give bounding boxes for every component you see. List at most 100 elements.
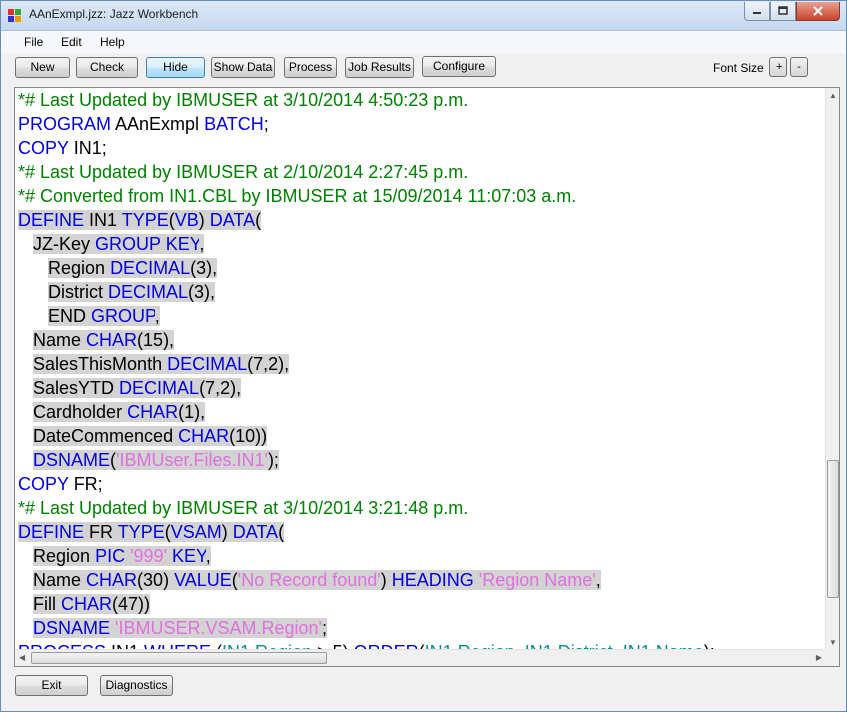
code-token: COPY — [18, 138, 69, 158]
horizontal-scrollbar[interactable]: ◀ ▶ — [15, 649, 826, 666]
show-data-button[interactable]: Show Data — [211, 57, 275, 78]
code-token: , — [595, 570, 601, 590]
code-line: *# Last Updated by IBMUSER at 2/10/2014 … — [18, 160, 468, 184]
code-line: Fill CHAR(47)) — [18, 592, 151, 616]
code-token: , — [154, 306, 160, 326]
close-button[interactable] — [796, 2, 840, 21]
configure-button[interactable]: Configure — [422, 56, 496, 77]
code-token: TYPE — [121, 210, 169, 230]
new-button[interactable]: New — [15, 57, 70, 78]
code-token: ); — [267, 450, 279, 470]
exit-button[interactable]: Exit — [15, 675, 88, 696]
code-token: SalesThisMonth — [33, 354, 168, 374]
code-token: (7,2), — [247, 354, 290, 374]
code-token: DEFINE — [18, 210, 85, 230]
code-text-area[interactable]: *# Last Updated by IBMUSER at 3/10/2014 … — [15, 88, 826, 650]
code-token — [473, 570, 479, 590]
code-token: CHAR — [127, 402, 179, 422]
font-decrease-button[interactable]: - — [790, 57, 808, 77]
menu-file[interactable]: File — [24, 35, 43, 49]
code-token: (10)) — [229, 426, 268, 446]
code-token: *# Converted from IN1.CBL by IBMUSER at … — [18, 186, 577, 206]
menu-help[interactable]: Help — [100, 35, 125, 49]
code-token: ) — [221, 522, 233, 542]
code-token: , — [205, 546, 211, 566]
code-token: 'IBMUSER.VSAM.Region' — [115, 618, 322, 638]
menu-bar: File Edit Help — [1, 31, 846, 53]
code-token: DATA — [209, 210, 256, 230]
code-token: CHAR — [61, 594, 113, 614]
code-token: COPY — [18, 474, 69, 494]
code-line: Name CHAR(30) VALUE('No Record found') H… — [18, 568, 601, 592]
code-token: *# Last Updated by IBMUSER at 3/10/2014 … — [18, 90, 469, 110]
code-token: Name — [33, 570, 87, 590]
hide-button[interactable]: Hide — [146, 57, 205, 78]
code-token: FR — [84, 522, 118, 542]
code-token: DECIMAL — [110, 258, 191, 278]
code-line: DSNAME 'IBMUSER.VSAM.Region'; — [18, 616, 328, 640]
code-token: (1), — [178, 402, 206, 422]
code-token: BATCH — [204, 114, 264, 134]
job-results-button[interactable]: Job Results — [345, 57, 414, 78]
vertical-scroll-thumb[interactable] — [827, 460, 839, 598]
code-line: COPY IN1; — [18, 136, 107, 160]
code-token: ( — [278, 522, 285, 542]
code-token: CHAR — [86, 570, 138, 590]
code-token: ( — [164, 522, 171, 542]
title-bar[interactable]: AAnExmpl.jzz: Jazz Workbench — [1, 1, 846, 31]
scroll-right-icon[interactable]: ▶ — [816, 653, 822, 662]
code-token: DECIMAL — [167, 354, 248, 374]
diagnostics-button[interactable]: Diagnostics — [100, 675, 173, 696]
scroll-corner — [825, 649, 839, 666]
code-token: TYPE — [117, 522, 165, 542]
process-button[interactable]: Process — [284, 57, 337, 78]
vertical-scrollbar[interactable]: ▲ ▼ — [825, 88, 839, 650]
horizontal-scroll-thumb[interactable] — [31, 652, 327, 664]
code-token: Fill — [33, 594, 62, 614]
code-token: CHAR — [178, 426, 230, 446]
code-token: ( — [231, 570, 238, 590]
code-token: SalesYTD — [33, 378, 120, 398]
code-line: COPY FR; — [18, 472, 103, 496]
code-editor[interactable]: *# Last Updated by IBMUSER at 3/10/2014 … — [14, 87, 840, 667]
code-token: IN1; — [68, 138, 107, 158]
code-token: 'IBMUser.Files.IN1' — [116, 450, 268, 470]
scroll-down-icon[interactable]: ▼ — [829, 638, 837, 647]
code-token: ) — [198, 210, 210, 230]
code-line: DEFINE IN1 TYPE(VB) DATA( — [18, 208, 262, 232]
font-increase-button[interactable]: + — [769, 57, 787, 77]
code-token: DSNAME — [33, 618, 111, 638]
maximize-button[interactable] — [770, 2, 796, 21]
code-line: *# Converted from IN1.CBL by IBMUSER at … — [18, 184, 576, 208]
close-icon — [813, 6, 823, 16]
code-token: (47)) — [112, 594, 151, 614]
code-line: *# Last Updated by IBMUSER at 3/10/2014 … — [18, 496, 468, 520]
code-line: DEFINE FR TYPE(VSAM) DATA( — [18, 520, 285, 544]
code-token: ) — [380, 570, 392, 590]
code-token: *# Last Updated by IBMUSER at 2/10/2014 … — [18, 162, 469, 182]
minimize-button[interactable] — [744, 2, 770, 21]
scroll-up-icon[interactable]: ▲ — [829, 91, 837, 100]
code-token: ( — [168, 210, 175, 230]
code-token: JZ-Key — [33, 234, 96, 254]
minimize-icon — [753, 12, 761, 14]
code-line: SalesThisMonth DECIMAL(7,2), — [18, 352, 290, 376]
scroll-left-icon[interactable]: ◀ — [19, 653, 25, 662]
check-button[interactable]: Check — [76, 57, 138, 78]
code-token: '999' — [130, 546, 167, 566]
code-token: ; — [322, 618, 328, 638]
app-window: AAnExmpl.jzz: Jazz Workbench File Edit H… — [0, 0, 847, 712]
code-token: ( — [255, 210, 262, 230]
menu-edit[interactable]: Edit — [61, 35, 82, 49]
